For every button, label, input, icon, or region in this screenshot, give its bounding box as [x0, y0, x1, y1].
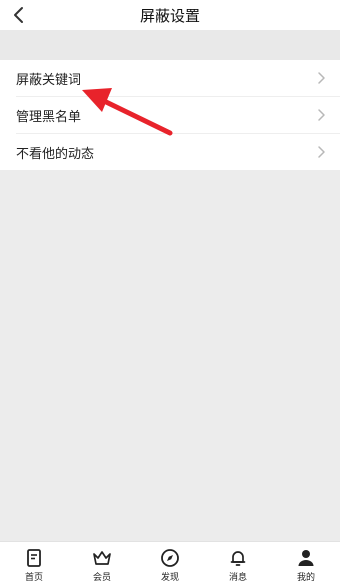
- bell-icon: [230, 551, 246, 566]
- chevron-right-icon: [318, 72, 325, 84]
- user-icon: [298, 550, 314, 566]
- section-spacer: [0, 30, 340, 60]
- tab-discover[interactable]: 发现: [136, 542, 204, 583]
- tab-profile[interactable]: 我的: [272, 542, 340, 583]
- settings-item-hide-posts[interactable]: 不看他的动态: [0, 134, 340, 170]
- tab-home[interactable]: 首页: [0, 542, 68, 583]
- chevron-left-icon: [14, 7, 23, 23]
- settings-item-block-keywords[interactable]: 屏蔽关键词: [0, 60, 340, 96]
- tab-vip[interactable]: 会员: [68, 542, 136, 583]
- tab-messages[interactable]: 消息: [204, 542, 272, 583]
- tab-label: 首页: [24, 573, 43, 583]
- settings-item-label: 不看他的动态: [16, 146, 95, 162]
- home-icon: [27, 549, 41, 567]
- tab-label: 会员: [92, 573, 111, 583]
- crown-icon: [93, 551, 111, 565]
- nav-header: 屏蔽设置: [0, 0, 340, 30]
- compass-icon: [161, 549, 179, 567]
- page-title: 屏蔽设置: [139, 6, 200, 25]
- back-button[interactable]: [6, 2, 32, 28]
- tab-label: 我的: [296, 573, 315, 583]
- settings-list: 屏蔽关键词 管理黑名单 不看他的动态: [0, 60, 340, 170]
- settings-item-label: 管理黑名单: [16, 109, 82, 125]
- chevron-right-icon: [318, 146, 325, 158]
- settings-item-blacklist[interactable]: 管理黑名单: [0, 97, 340, 133]
- chevron-right-icon: [318, 109, 325, 121]
- app-screen: 屏蔽设置 屏蔽关键词 管理黑名单 不看他的动态 首页 会员 发现 消息 我的: [0, 0, 340, 583]
- bottom-tab-bar: 首页 会员 发现 消息 我的: [0, 541, 340, 583]
- tab-label: 发现: [160, 573, 179, 583]
- tab-label: 消息: [228, 573, 247, 583]
- settings-item-label: 屏蔽关键词: [16, 72, 82, 88]
